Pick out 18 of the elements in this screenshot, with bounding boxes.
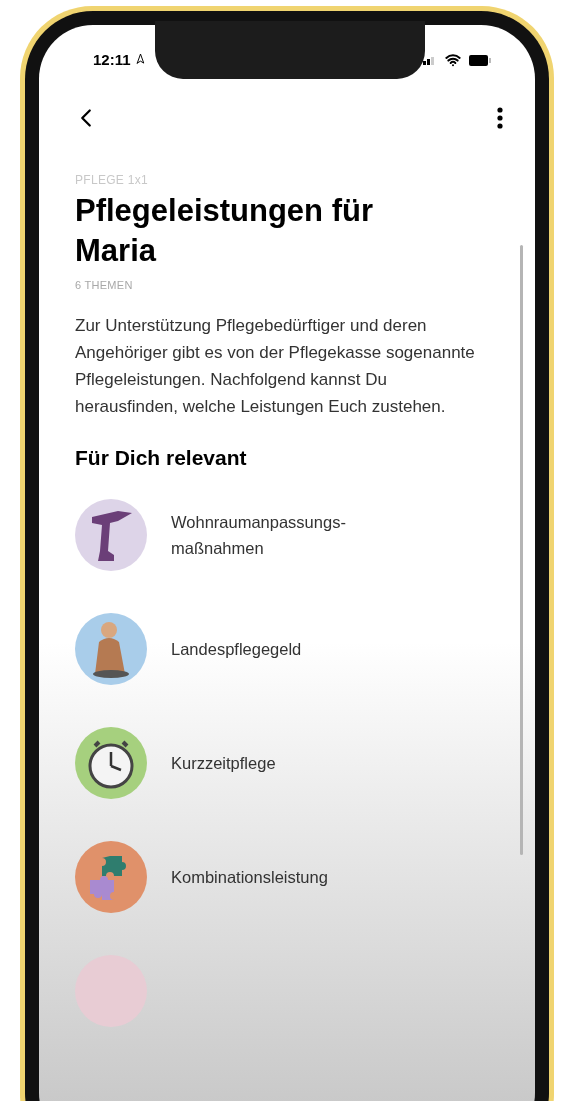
topic-item[interactable]: Landespflegegeld: [75, 613, 509, 685]
page-title: Pflegeleistungen für Maria: [75, 192, 374, 270]
topic-item[interactable]: Kombinationsleistung: [75, 841, 509, 913]
section-title: Für Dich relevant: [75, 444, 248, 471]
signal-icon: [423, 55, 437, 65]
person-figure-icon: [91, 620, 131, 678]
more-icon: [497, 107, 503, 129]
intro-paragraph: Zur Unterstützung Pflegebedürftiger und deren Angehöriger gibt es von der Pflegekasse sogenannte Pflegeleistungen. Nachfolgend kannst Du herausfinden, welche Leistungen Euch zustehen.: [75, 314, 476, 418]
topic-item[interactable]: Wohnraumanpassungs- maßnahmen: [75, 499, 509, 571]
topic-label: Kurzzeitpflege: [171, 753, 276, 774]
topic-label: Wohnraumanpassungs- maßnahmen: [171, 512, 346, 559]
battery-icon: [469, 54, 491, 66]
topic-label: Kombinationsleistung: [171, 867, 328, 888]
topic-count: 6 THEMEN: [75, 278, 134, 293]
topic-item[interactable]: Kurzzeitpflege: [75, 727, 509, 799]
topic-label: Landespflegegeld: [171, 639, 302, 660]
wifi-icon: [445, 52, 461, 68]
status-time: 12:11: [93, 49, 131, 70]
